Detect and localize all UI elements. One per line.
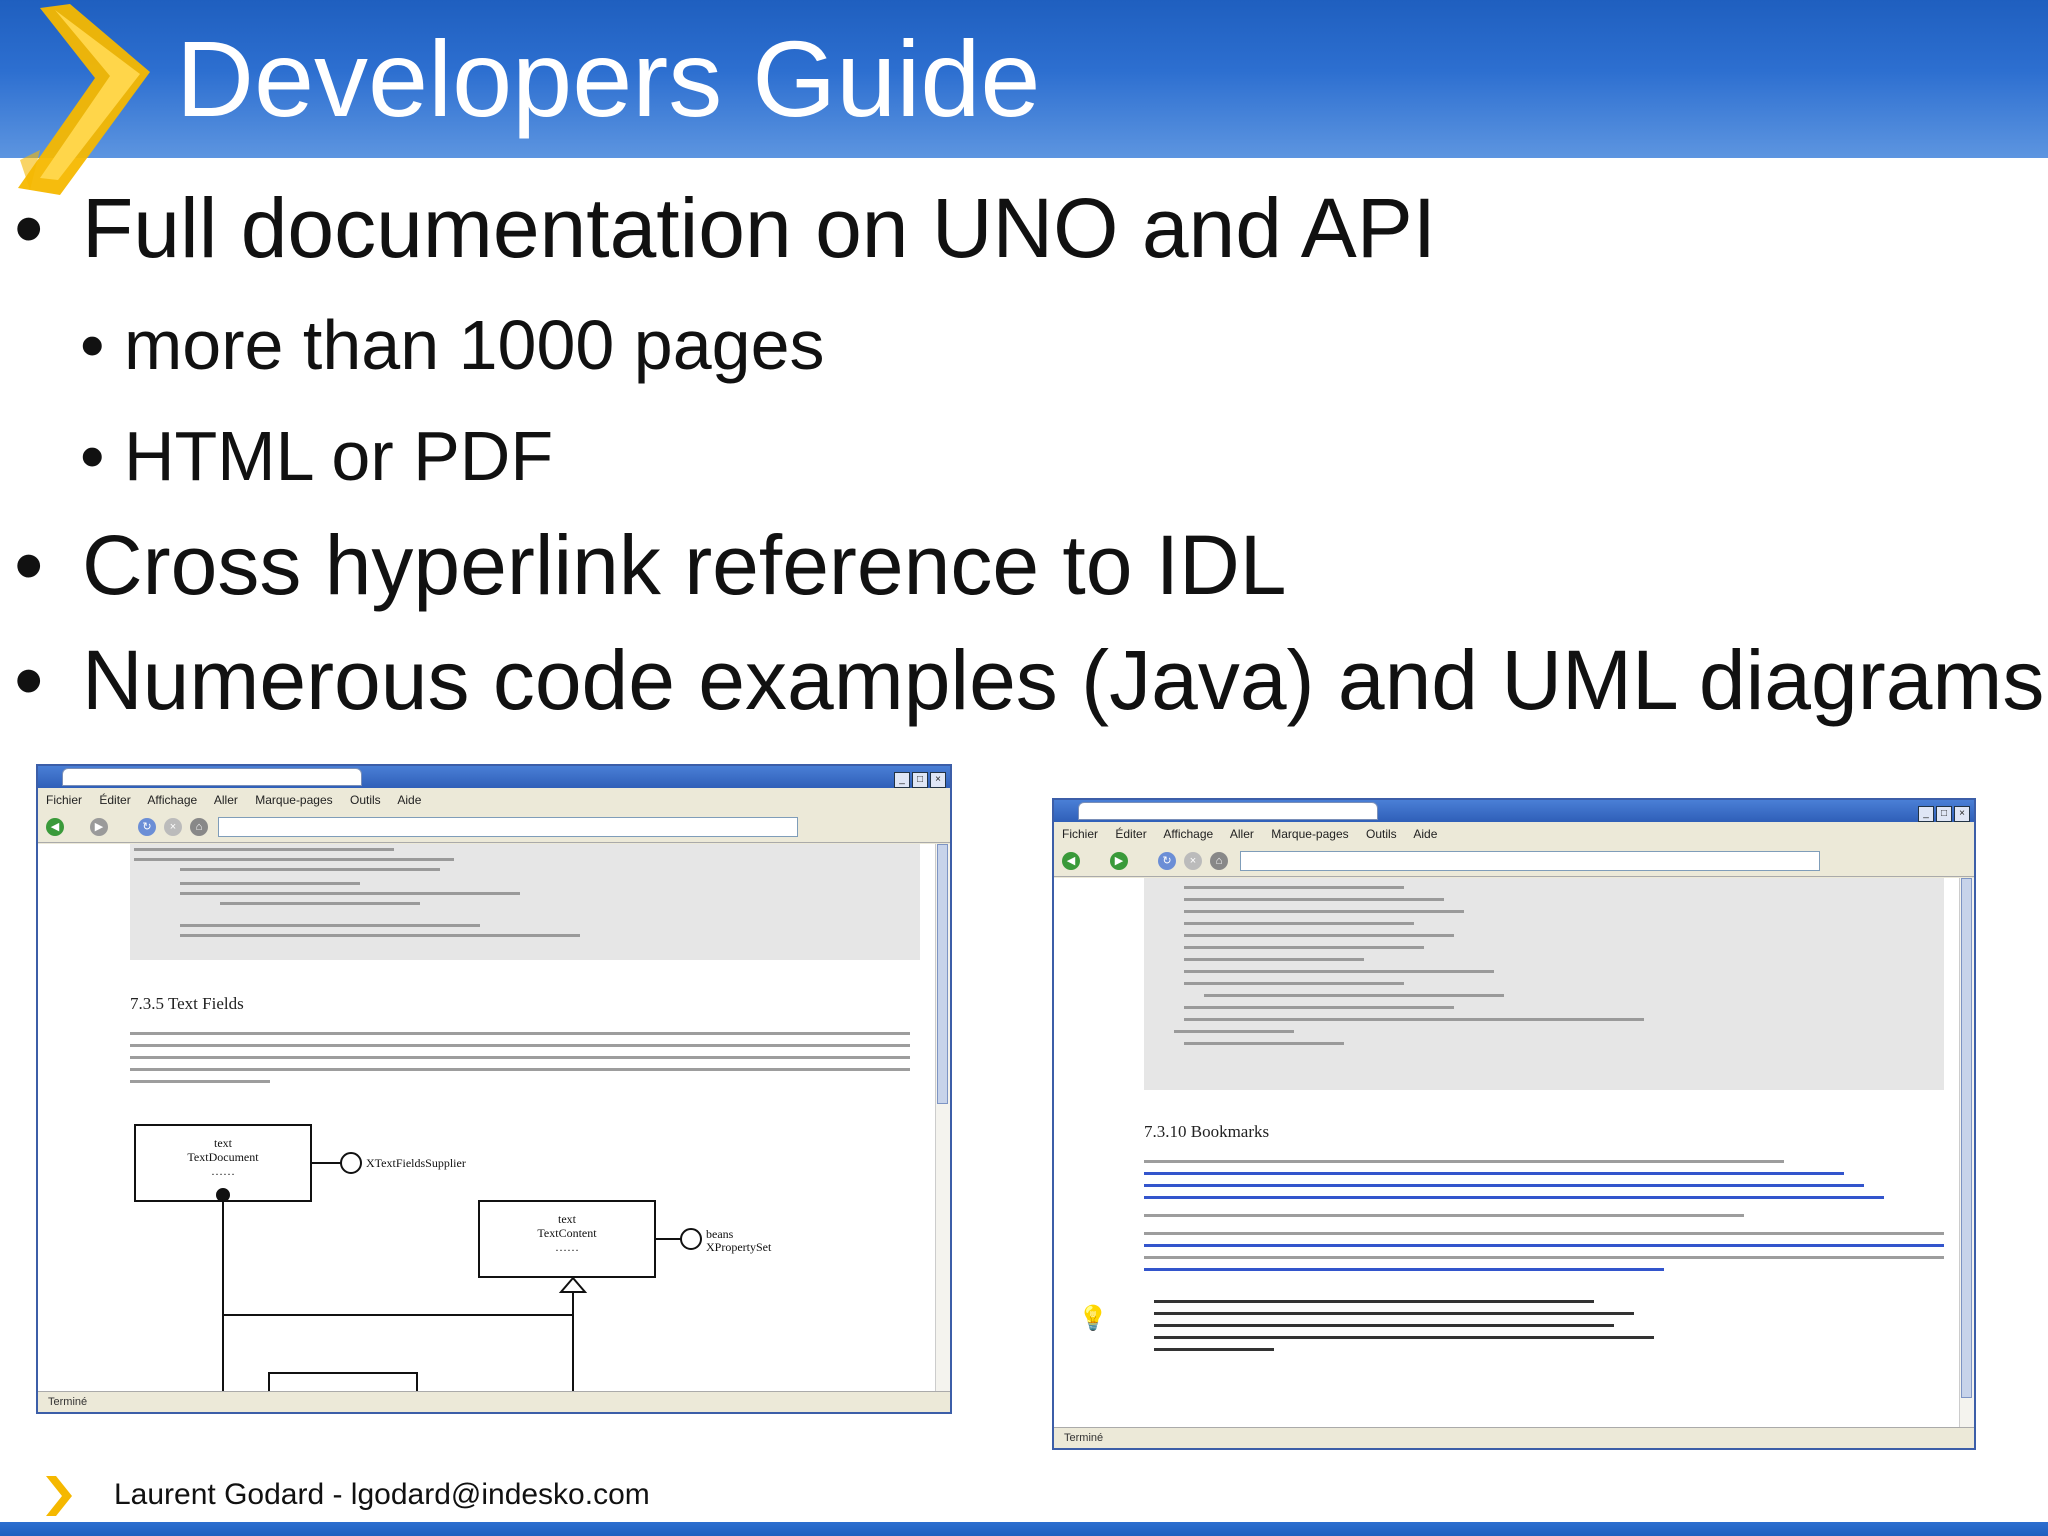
- menu-view[interactable]: Affichage: [1163, 827, 1213, 841]
- footer-chevron-icon: [46, 1476, 72, 1516]
- bullet-dot: •: [80, 306, 105, 384]
- back-icon[interactable]: ◀: [46, 818, 64, 836]
- sub-bullet-item: • HTML or PDF: [80, 414, 553, 498]
- close-icon[interactable]: ×: [1954, 806, 1970, 822]
- reload-icon[interactable]: ↻: [138, 818, 156, 836]
- window-controls: _ □ ×: [1916, 803, 1970, 822]
- menu-go[interactable]: Aller: [214, 793, 238, 807]
- menu-view[interactable]: Affichage: [147, 793, 197, 807]
- section-heading: 7.3.5 Text Fields: [130, 994, 244, 1013]
- uml-class-detail: ……: [211, 1164, 235, 1178]
- uml-module: text: [558, 1212, 576, 1226]
- status-bar: Terminé: [1054, 1427, 1974, 1448]
- scrollbar[interactable]: [1959, 878, 1974, 1430]
- stop-icon[interactable]: ×: [164, 818, 182, 836]
- menu-bookmarks[interactable]: Marque-pages: [1271, 827, 1348, 841]
- close-icon[interactable]: ×: [930, 772, 946, 788]
- browser-tab[interactable]: [62, 768, 362, 786]
- uml-interface-circle: [340, 1152, 362, 1174]
- forward-icon[interactable]: ▶: [90, 818, 108, 836]
- menu-file[interactable]: Fichier: [46, 793, 82, 807]
- scrollbar[interactable]: [935, 844, 950, 1394]
- stop-icon[interactable]: ×: [1184, 852, 1202, 870]
- bullet-dot: •: [80, 417, 105, 495]
- maximize-icon[interactable]: □: [1936, 806, 1952, 822]
- bullet-item: • Full documentation on UNO and API: [14, 178, 1436, 278]
- home-icon[interactable]: ⌂: [1210, 852, 1228, 870]
- maximize-icon[interactable]: □: [912, 772, 928, 788]
- uml-class-detail: ……: [555, 1240, 579, 1254]
- bullet-text: Numerous code examples (Java) and UML di…: [82, 633, 2045, 727]
- uml-interface-label: XTextFieldsSupplier: [366, 1156, 466, 1170]
- home-icon[interactable]: ⌂: [190, 818, 208, 836]
- minimize-icon[interactable]: _: [894, 772, 910, 788]
- menu-tools[interactable]: Outils: [350, 793, 381, 807]
- uml-interface-label: beans XPropertySet: [706, 1228, 771, 1254]
- sub-bullet-text: more than 1000 pages: [124, 306, 825, 384]
- page-content: 7.3.10 Bookmarks 💡: [1054, 878, 1962, 1430]
- uml-aggregation-icon: [216, 1188, 230, 1202]
- bullet-item: • Cross hyperlink reference to IDL: [14, 515, 1287, 615]
- lightbulb-icon: 💡: [1078, 1305, 1108, 1332]
- slide-title: Developers Guide: [176, 18, 1041, 139]
- browser-tab[interactable]: [1078, 802, 1378, 820]
- url-field[interactable]: [1240, 851, 1820, 871]
- url-field[interactable]: [218, 817, 798, 837]
- scrollbar-thumb[interactable]: [937, 844, 948, 1104]
- window-controls: _ □ ×: [892, 769, 946, 788]
- uml-interface-name: XPropertySet: [706, 1240, 772, 1254]
- status-bar: Terminé: [38, 1391, 950, 1412]
- menu-edit[interactable]: Éditer: [99, 793, 130, 807]
- browser-screenshot-left: _ □ × Fichier Éditer Affichage Aller Marqu…: [36, 764, 952, 1414]
- minimize-icon[interactable]: _: [1918, 806, 1934, 822]
- menu-bar: Fichier Éditer Affichage Aller Marque-pa…: [38, 788, 950, 812]
- sub-bullet-item: • more than 1000 pages: [80, 303, 825, 387]
- bullet-text: Cross hyperlink reference to IDL: [82, 518, 1287, 612]
- footer-author: Laurent Godard - lgodard@indesko.com: [114, 1478, 650, 1511]
- back-icon[interactable]: ◀: [1062, 852, 1080, 870]
- uml-class-name: TextContent: [537, 1226, 597, 1240]
- uml-class-name: TextDocument: [187, 1150, 259, 1164]
- uml-module: text: [214, 1136, 232, 1150]
- sub-bullet-text: HTML or PDF: [124, 417, 554, 495]
- navigation-toolbar: ◀ ▶ ↻ × ⌂: [38, 812, 950, 843]
- code-block: [130, 844, 920, 960]
- window-titlebar: _ □ ×: [38, 766, 950, 788]
- menu-help[interactable]: Aide: [1413, 827, 1437, 841]
- menu-go[interactable]: Aller: [1230, 827, 1254, 841]
- footer-bar: [0, 1522, 2048, 1536]
- menu-edit[interactable]: Éditer: [1115, 827, 1146, 841]
- reload-icon[interactable]: ↻: [1158, 852, 1176, 870]
- uml-inheritance-arrow-icon: [558, 1276, 588, 1293]
- uml-interface-circle: [680, 1228, 702, 1250]
- menu-bookmarks[interactable]: Marque-pages: [255, 793, 332, 807]
- browser-screenshot-right: _ □ × Fichier Éditer Affichage Aller Marqu…: [1052, 798, 1976, 1450]
- window-titlebar: _ □ ×: [1054, 800, 1974, 822]
- bullet-dot: •: [14, 518, 44, 612]
- menu-help[interactable]: Aide: [397, 793, 421, 807]
- menu-file[interactable]: Fichier: [1062, 827, 1098, 841]
- bullet-dot: •: [14, 633, 44, 727]
- navigation-toolbar: ◀ ▶ ↻ × ⌂: [1054, 846, 1974, 877]
- menu-tools[interactable]: Outils: [1366, 827, 1397, 841]
- bullet-text: Full documentation on UNO and API: [82, 181, 1437, 275]
- forward-icon[interactable]: ▶: [1110, 852, 1128, 870]
- code-block: [1144, 878, 1944, 1090]
- page-content: 7.3.5 Text Fields text TextDocument …… X…: [38, 844, 938, 1394]
- bullet-item: • Numerous code examples (Java) and UML d…: [14, 630, 2044, 730]
- section-heading: 7.3.10 Bookmarks: [1144, 1122, 1270, 1141]
- uml-class-textcontent: text TextContent ……: [478, 1200, 656, 1278]
- menu-bar: Fichier Éditer Affichage Aller Marque-pa…: [1054, 822, 1974, 846]
- bullet-dot: •: [14, 181, 44, 275]
- scrollbar-thumb[interactable]: [1961, 878, 1972, 1398]
